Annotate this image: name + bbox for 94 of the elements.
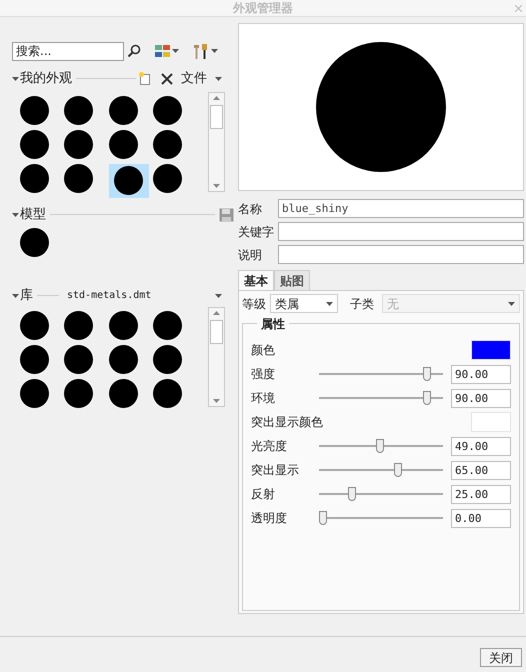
value-field[interactable]: 90.00 (451, 364, 511, 384)
class-label: 等级 (242, 296, 266, 312)
group-title: 属性 (257, 315, 289, 333)
slider-thumb[interactable] (348, 487, 356, 501)
swatch[interactable] (108, 164, 148, 198)
swatch[interactable] (108, 378, 138, 408)
section-title[interactable]: 模型 (20, 204, 46, 224)
property-label: 强度 (251, 366, 276, 383)
slider[interactable] (319, 463, 443, 477)
dropdown-icon (215, 76, 222, 81)
scroll-up-icon[interactable] (213, 310, 220, 314)
value-field[interactable]: 65.00 (451, 460, 511, 480)
view-menu[interactable] (155, 45, 179, 57)
slider[interactable] (319, 367, 443, 381)
caret-icon (211, 49, 218, 53)
slider[interactable] (319, 439, 443, 453)
swatch[interactable] (152, 310, 182, 340)
swatch[interactable] (152, 378, 182, 408)
swatch[interactable] (20, 378, 49, 408)
scroll-up-icon[interactable] (213, 96, 220, 100)
swatch[interactable] (64, 164, 94, 192)
value-field[interactable]: 0.00 (451, 508, 511, 528)
value-field[interactable]: 90.00 (451, 388, 511, 408)
swatch[interactable] (152, 344, 182, 374)
caret-icon (508, 302, 515, 306)
swatch[interactable] (108, 344, 138, 374)
subclass-label: 子类 (350, 296, 374, 312)
library-file[interactable]: std-metals.dmt (67, 288, 152, 303)
swatch[interactable] (64, 378, 94, 408)
slider-thumb[interactable] (394, 463, 402, 477)
swatch[interactable] (64, 130, 94, 158)
search-field[interactable]: 搜索... (12, 42, 124, 60)
collapse-icon (12, 76, 19, 81)
swatch[interactable] (20, 228, 49, 256)
property-label: 光亮度 (251, 438, 288, 455)
property-label: 透明度 (251, 510, 288, 527)
property-label: 颜色 (251, 342, 276, 359)
scroll-thumb[interactable] (210, 104, 223, 128)
swatch[interactable] (152, 164, 182, 192)
search-icon[interactable] (127, 44, 141, 58)
new-icon[interactable] (139, 72, 151, 86)
close-button[interactable]: 关闭 (480, 648, 522, 667)
scrollbar[interactable] (208, 306, 225, 406)
class-dropdown[interactable]: 类属 (270, 294, 338, 313)
caret-icon (172, 49, 179, 53)
swatch[interactable] (64, 310, 94, 340)
scroll-down-icon[interactable] (213, 184, 220, 188)
tab[interactable]: 贴图 (274, 270, 310, 290)
value-field[interactable]: 49.00 (451, 436, 511, 456)
property-label: 环境 (251, 390, 276, 407)
slider[interactable] (319, 391, 443, 405)
caret-icon (326, 302, 333, 306)
value-field[interactable]: 25.00 (451, 484, 511, 504)
field-label: 名称 (238, 200, 263, 218)
swatch[interactable] (20, 310, 49, 340)
window-title: 外观管理器 (233, 0, 293, 17)
section-title[interactable]: 库 (20, 286, 33, 306)
swatch[interactable] (64, 344, 94, 374)
property-label: 反射 (251, 486, 276, 503)
color-swatch[interactable] (471, 340, 511, 360)
swatch[interactable] (152, 96, 182, 124)
text-field[interactable] (278, 222, 524, 241)
collapse-icon (12, 212, 19, 216)
slider-thumb[interactable] (319, 511, 327, 525)
section-title[interactable]: 我的外观 (20, 69, 72, 88)
slider-thumb[interactable] (376, 439, 384, 453)
file-menu[interactable]: 文件 (181, 69, 207, 88)
delete-icon[interactable] (161, 72, 173, 85)
swatch[interactable] (20, 344, 49, 374)
field-label: 关键字 (238, 224, 275, 240)
text-field[interactable] (278, 245, 524, 264)
collapse-icon (12, 294, 19, 298)
property-label: 突出显示 (251, 462, 300, 479)
tab[interactable]: 基本 (238, 270, 274, 290)
slider[interactable] (319, 511, 443, 525)
dropdown-icon (215, 294, 222, 298)
scroll-thumb[interactable] (210, 320, 223, 344)
slider-thumb[interactable] (423, 391, 432, 405)
swatch[interactable] (152, 130, 182, 158)
slider[interactable] (319, 487, 443, 501)
field-label: 说明 (238, 246, 263, 264)
tools-menu[interactable] (193, 42, 218, 60)
scrollbar[interactable] (208, 92, 225, 192)
swatch[interactable] (20, 164, 49, 192)
swatch[interactable] (20, 96, 49, 124)
swatch[interactable] (108, 96, 138, 124)
swatch[interactable] (20, 130, 49, 158)
text-field[interactable]: blue_shiny (278, 199, 524, 218)
slider-thumb[interactable] (423, 367, 432, 381)
swatch[interactable] (108, 130, 138, 158)
scroll-down-icon[interactable] (213, 398, 220, 402)
swatch[interactable] (64, 96, 94, 124)
swatch[interactable] (108, 310, 138, 340)
color-swatch[interactable] (471, 412, 511, 432)
